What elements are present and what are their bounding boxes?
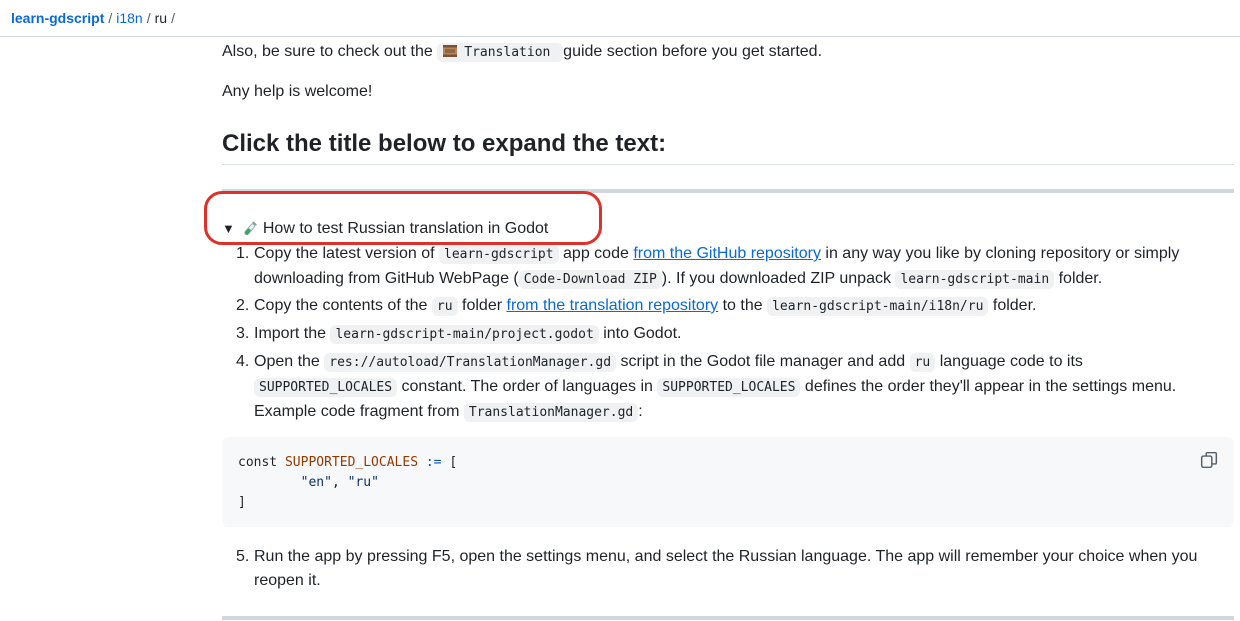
- details-summary-toggle[interactable]: ▼ How to test Russian translation in God…: [222, 217, 548, 241]
- section-heading: Click the title below to expand the text…: [222, 130, 667, 157]
- step-text: :: [638, 403, 643, 420]
- inline-code: SUPPORTED_LOCALES: [254, 378, 398, 397]
- details-top-border: [222, 189, 1234, 193]
- list-item-number: 3.: [236, 325, 250, 342]
- inline-code: Code-Download ZIP: [518, 270, 662, 289]
- step-text: into Godot.: [603, 325, 682, 342]
- step-text: folder.: [1058, 270, 1103, 287]
- details-bottom-border: [222, 616, 1234, 620]
- translation-repository-link[interactable]: from the translation repository: [507, 297, 719, 314]
- test-tube-icon: [244, 221, 257, 236]
- list-item: 1. Copy the latest version of learn-gdsc…: [236, 242, 1226, 290]
- translation-guide-code: Translation: [437, 43, 564, 62]
- github-repository-link[interactable]: from the GitHub repository: [633, 245, 821, 262]
- inline-code: TranslationManager.gd: [463, 403, 639, 422]
- disclosure-triangle-icon: ▼: [222, 221, 235, 236]
- copy-icon[interactable]: [1200, 451, 1218, 469]
- list-item-number: 1.: [236, 245, 250, 262]
- inline-code: SUPPORTED_LOCALES: [657, 378, 801, 397]
- translation-code-text: Translation: [464, 45, 551, 60]
- intro-text-after: guide section before you get started.: [563, 43, 823, 60]
- list-item-number: 2.: [236, 297, 250, 314]
- intro-text-before: Also, be sure to check out the: [222, 43, 433, 60]
- step-text: language code to its: [939, 353, 1083, 370]
- details-summary-text: How to test Russian translation in Godot: [262, 220, 549, 237]
- inline-code: learn-gdscript: [439, 245, 559, 264]
- inline-code: learn-gdscript-main/i18n/ru: [767, 297, 989, 316]
- list-item-number: 4.: [236, 353, 250, 370]
- code-string: "en": [300, 475, 332, 490]
- step-text: script in the Godot file manager and add: [620, 353, 906, 370]
- code-variable: SUPPORTED_LOCALES: [284, 455, 419, 470]
- intro-paragraph: Also, be sure to check out the Translati…: [222, 40, 1234, 65]
- step-text: Open the: [254, 353, 320, 370]
- breadcrumb-separator: /: [146, 10, 151, 26]
- breadcrumb-separator: /: [171, 10, 175, 26]
- step-text: Run the app by pressing F5, open the set…: [254, 548, 1198, 589]
- code-string: "ru": [347, 475, 379, 490]
- code-operator: :=: [425, 455, 442, 470]
- code-keyword: const: [238, 455, 278, 470]
- breadcrumb-folder-link[interactable]: i18n: [116, 10, 142, 26]
- list-item-number: 5.: [236, 548, 250, 565]
- code-punct: ]: [238, 495, 246, 510]
- breadcrumb-repo-link[interactable]: learn-gdscript: [11, 10, 104, 26]
- step-text: to the: [722, 297, 763, 314]
- step-text: Copy the latest version of: [254, 245, 435, 262]
- code-punct: ,: [331, 475, 348, 490]
- code-content: const SUPPORTED_LOCALES := [ "en", "ru" …: [238, 453, 457, 513]
- scroll-icon: [443, 45, 458, 57]
- breadcrumb-current: ru: [154, 10, 168, 26]
- heading-divider: [222, 164, 1234, 165]
- file-breadcrumb-bar: learn-gdscript / i18n / ru /: [0, 0, 1240, 37]
- code-punct: [: [449, 455, 458, 470]
- help-paragraph: Any help is welcome!: [222, 83, 373, 100]
- step-text: folder: [462, 297, 503, 314]
- inline-code: ru: [909, 353, 936, 372]
- breadcrumb: learn-gdscript / i18n / ru /: [11, 10, 175, 26]
- step-text: constant. The order of languages in: [401, 378, 653, 395]
- inline-code: res://autoload/TranslationManager.gd: [324, 353, 617, 372]
- step-text: folder.: [992, 297, 1037, 314]
- inline-code: learn-gdscript-main/project.godot: [330, 325, 599, 344]
- step-text: Copy the contents of the: [254, 297, 428, 314]
- step-text: ). If you downloaded ZIP unpack: [661, 270, 891, 287]
- step-text: Import the: [254, 325, 327, 342]
- inline-code: learn-gdscript-main: [895, 270, 1055, 289]
- step-text: app code: [563, 245, 629, 262]
- inline-code: ru: [431, 297, 458, 316]
- code-block: const SUPPORTED_LOCALES := [ "en", "ru" …: [222, 437, 1234, 527]
- breadcrumb-separator: /: [108, 10, 113, 26]
